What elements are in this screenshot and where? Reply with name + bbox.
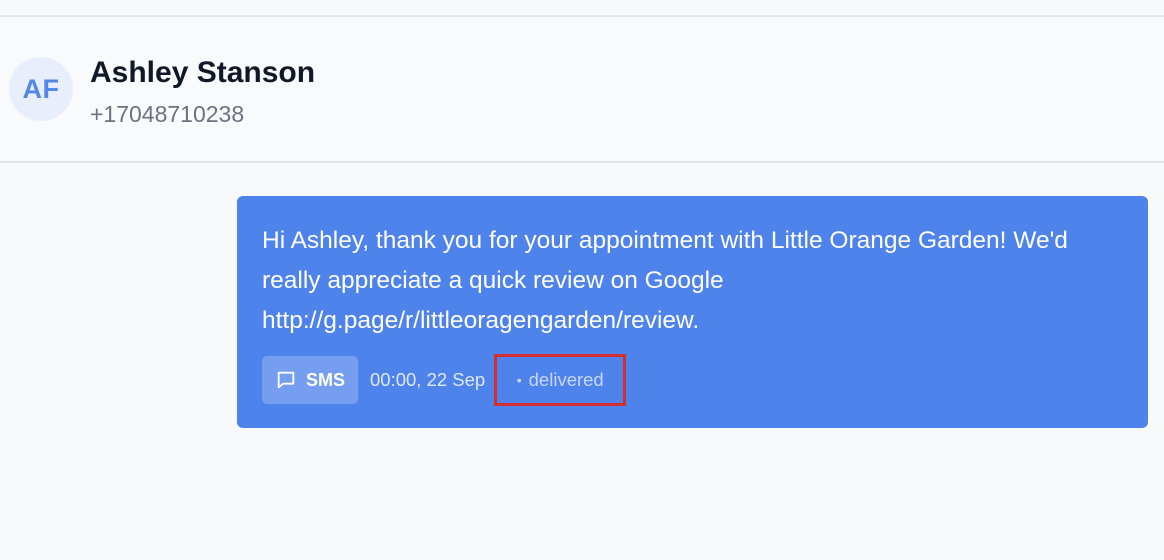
message-meta: SMS 00:00, 22 Sep • delivered: [262, 354, 627, 406]
message-text: Hi Ashley, thank you for your appointmen…: [262, 227, 1068, 334]
avatar-initials: AF: [22, 73, 60, 104]
contact-phone[interactable]: +17048710238: [90, 101, 244, 128]
message-square-icon: [275, 369, 297, 391]
contact-name[interactable]: Ashley Stanson: [90, 56, 315, 90]
channel-label: SMS: [306, 369, 346, 390]
top-divider: [0, 0, 1164, 17]
channel-badge[interactable]: SMS: [262, 356, 359, 404]
conversation-view: AF Ashley Stanson +17048710238 Hi Ashley…: [0, 0, 1164, 560]
outgoing-message-bubble[interactable]: Hi Ashley, thank you for your appointmen…: [237, 196, 1148, 428]
status-dot: •: [516, 372, 522, 388]
delivery-status-highlight: • delivered: [494, 354, 627, 406]
contact-header: AF Ashley Stanson +17048710238: [0, 19, 1164, 163]
avatar[interactable]: AF: [9, 57, 73, 121]
message-timestamp: 00:00, 22 Sep: [370, 369, 486, 390]
delivery-status: delivered: [528, 369, 604, 390]
